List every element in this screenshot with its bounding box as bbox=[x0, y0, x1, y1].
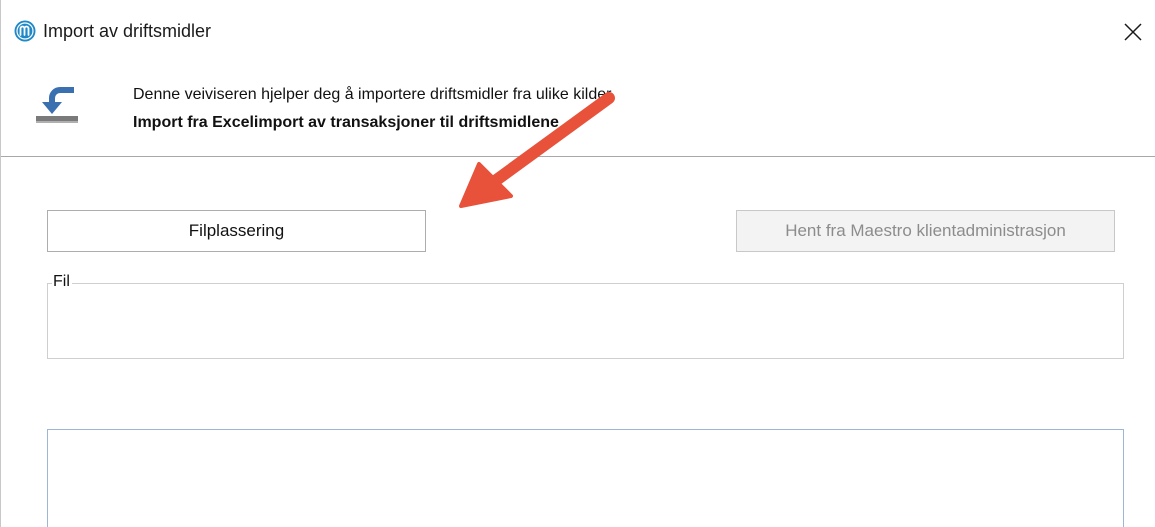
import-icon bbox=[36, 87, 78, 123]
file-location-button[interactable]: Filplassering bbox=[47, 210, 426, 252]
header-description: Denne veiviseren hjelper deg å importere… bbox=[133, 86, 612, 103]
title-bar: Import av driftsmidler bbox=[1, 0, 1155, 56]
wizard-body: Filplassering Hent fra Maestro klientadm… bbox=[1, 157, 1155, 527]
import-dialog: Import av driftsmidler Denne veiviseren … bbox=[0, 0, 1155, 527]
header-subtitle: Import fra Excelimport av transaksjoner … bbox=[133, 114, 559, 131]
maestro-client-admin-button: Hent fra Maestro klientadministrasjon bbox=[736, 210, 1115, 252]
window-title: Import av driftsmidler bbox=[43, 21, 212, 41]
close-button[interactable] bbox=[1111, 12, 1155, 52]
file-groupbox: Fil bbox=[47, 273, 1124, 359]
maestro-logo-icon bbox=[14, 20, 36, 42]
file-group-label: Fil bbox=[52, 273, 72, 291]
close-icon bbox=[1124, 23, 1142, 41]
import-log-textarea[interactable] bbox=[47, 429, 1124, 527]
wizard-header: Denne veiviseren hjelper deg å importere… bbox=[1, 56, 1155, 157]
